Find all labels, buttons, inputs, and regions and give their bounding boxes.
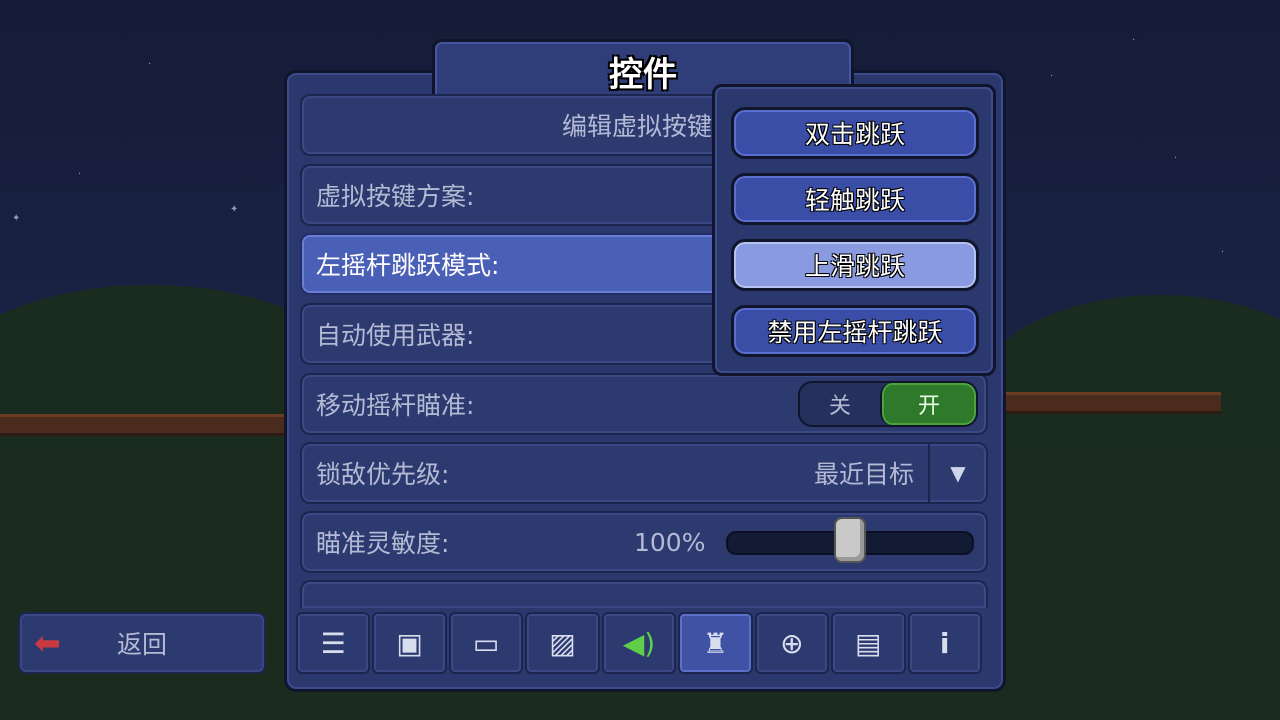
star: · (1174, 153, 1178, 164)
option-swipe-up-jump[interactable]: 上滑跳跃 (731, 239, 979, 291)
option-label: 上滑跳跃 (804, 252, 905, 281)
lock-priority-label: 锁敌优先级: (316, 460, 450, 489)
move-stick-aim-toggle[interactable]: 关 开 (798, 381, 978, 427)
tab-video[interactable]: ▭ (448, 612, 524, 674)
option-label: 轻触跳跃 (804, 186, 905, 215)
chevron-down-icon[interactable]: ▼ (928, 444, 986, 502)
aim-sensitivity-label: 瞄准灵敏度: (316, 529, 450, 558)
menu-icon: ☰ (320, 626, 346, 660)
tab-image[interactable]: ▨ (525, 612, 600, 674)
image-icon: ▨ (549, 626, 576, 660)
option-label: 禁用左摇杆跳跃 (767, 318, 943, 347)
tab-audio[interactable]: ◀) (601, 612, 677, 674)
virtual-key-scheme-label: 虚拟按键方案: (316, 182, 475, 211)
partially-hidden-row (300, 580, 988, 608)
move-stick-aim-label: 移动摇杆瞄准: (316, 391, 475, 420)
chat-icon: ▤ (855, 626, 882, 660)
aim-sensitivity-row: 瞄准灵敏度: 100% (300, 511, 988, 573)
tab-menu[interactable]: ☰ (296, 612, 371, 674)
tab-info[interactable]: i (907, 612, 982, 674)
settings-tab-bar: ☰ ▣ ▭ ▨ ◀) ♜ ⊕ ▤ i (296, 612, 984, 674)
lock-priority-value: 最近目标 (813, 460, 914, 489)
star: ✦ (230, 204, 239, 215)
star: · (1050, 71, 1054, 82)
tab-interface[interactable]: ▣ (372, 612, 447, 674)
wooden-bridge (995, 392, 1221, 414)
tab-controls[interactable]: ♜ (678, 612, 753, 674)
slider-knob[interactable] (834, 517, 866, 563)
wooden-bridge (0, 414, 290, 436)
gamepad-icon: ⊕ (780, 626, 804, 660)
left-stick-jump-mode-label: 左摇杆跳跃模式: (316, 251, 500, 280)
tab-gamepad[interactable]: ⊕ (754, 612, 830, 674)
star: · (148, 59, 152, 70)
move-stick-aim-row: 移动摇杆瞄准: 关 开 (300, 373, 988, 435)
info-icon: i (939, 626, 950, 660)
option-double-tap-jump[interactable]: 双击跳跃 (731, 107, 979, 159)
auto-use-weapon-label: 自动使用武器: (316, 321, 475, 350)
star: ✦ (12, 213, 21, 224)
option-tap-jump[interactable]: 轻触跳跃 (731, 173, 979, 225)
star: · (1221, 247, 1225, 258)
aim-sensitivity-value: 100% (634, 527, 706, 557)
back-button[interactable]: ⬅ 返回 (18, 612, 266, 674)
speaker-icon: ◀) (622, 626, 656, 660)
toggle-on-option[interactable]: 开 (880, 383, 976, 425)
edit-virtual-keys-label: 编辑虚拟按键 (562, 112, 713, 141)
video-icon: ▭ (472, 626, 500, 660)
star: · (78, 169, 82, 180)
star: · (1132, 35, 1136, 46)
lock-priority-row[interactable]: 锁敌优先级: 最近目标 ▼ (300, 442, 988, 504)
interface-icon: ▣ (396, 626, 423, 660)
joystick-icon: ♜ (702, 626, 728, 660)
option-label: 双击跳跃 (804, 120, 905, 149)
option-disable-left-stick-jump[interactable]: 禁用左摇杆跳跃 (731, 305, 979, 357)
tab-chat[interactable]: ▤ (831, 612, 906, 674)
page-title: 控件 (609, 54, 677, 95)
toggle-off-option[interactable]: 关 (800, 383, 880, 425)
back-label: 返回 (116, 630, 167, 659)
jump-mode-dropdown: 双击跳跃 轻触跳跃 上滑跳跃 禁用左摇杆跳跃 (712, 84, 996, 376)
